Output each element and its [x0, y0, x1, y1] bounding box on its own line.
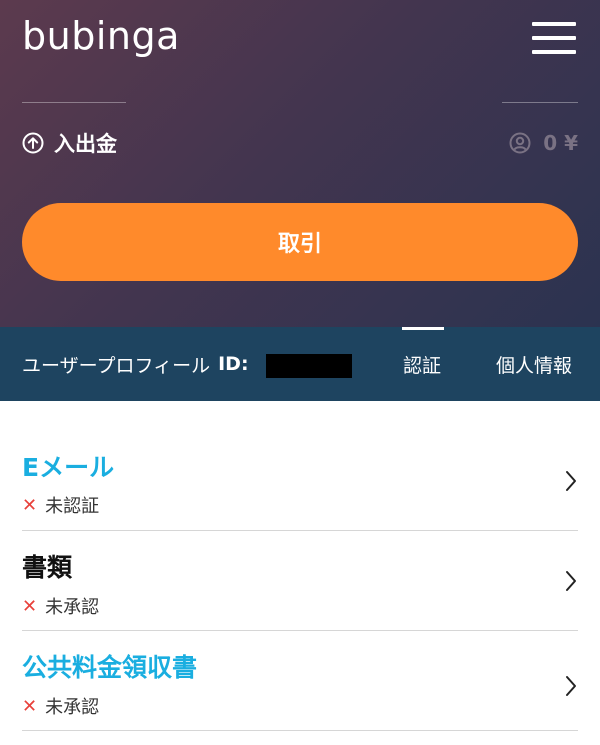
divider-right	[502, 102, 578, 103]
header-hero: bubinga 入出金 0 ¥ 取引	[0, 0, 600, 327]
status-text: 未承認	[45, 697, 100, 718]
profile-tab-bar: ユーザープロフィール ID: 認証 個人情報	[0, 327, 600, 401]
x-icon: ✕	[22, 595, 38, 617]
x-icon: ✕	[22, 695, 38, 717]
tab-personal-info[interactable]: 個人情報	[496, 327, 572, 401]
arrow-up-circle-icon	[22, 132, 44, 154]
balance-value: 0 ¥	[543, 131, 578, 155]
brand-logo[interactable]: bubinga	[22, 14, 180, 58]
deposit-withdraw-link[interactable]: 入出金	[22, 128, 117, 158]
tab-verification[interactable]: 認証	[403, 327, 441, 401]
chevron-right-icon	[564, 431, 578, 531]
trade-button[interactable]: 取引	[22, 203, 578, 281]
user-circle-icon	[509, 132, 531, 154]
status-text: 未承認	[45, 597, 100, 618]
verification-item-email[interactable]: Eメール ✕ 未認証	[22, 431, 578, 531]
item-title: 書類	[22, 553, 73, 582]
divider-left	[22, 102, 126, 103]
row-divider	[22, 730, 578, 731]
verification-item-documents[interactable]: 書類 ✕ 未承認	[22, 531, 578, 631]
deposit-withdraw-label: 入出金	[54, 132, 117, 156]
item-status: ✕ 未承認	[22, 593, 99, 619]
chevron-right-icon	[564, 531, 578, 631]
hamburger-menu-icon[interactable]	[530, 20, 578, 56]
chevron-right-icon	[564, 631, 578, 731]
status-text: 未認証	[45, 496, 100, 517]
item-title: Eメール	[22, 453, 115, 482]
item-title: 公共料金領収書	[22, 653, 198, 682]
user-profile-heading: ユーザープロフィール ID:	[22, 327, 249, 401]
verification-item-utility-bill[interactable]: 公共料金領収書 ✕ 未承認	[22, 631, 578, 731]
redacted-user-id	[266, 354, 352, 378]
profile-label: ユーザープロフィール	[22, 354, 211, 377]
x-icon: ✕	[22, 494, 38, 516]
item-status: ✕ 未承認	[22, 693, 99, 719]
account-balance[interactable]: 0 ¥	[509, 128, 578, 158]
item-status: ✕ 未認証	[22, 492, 99, 518]
profile-id-label: ID:	[218, 353, 249, 375]
